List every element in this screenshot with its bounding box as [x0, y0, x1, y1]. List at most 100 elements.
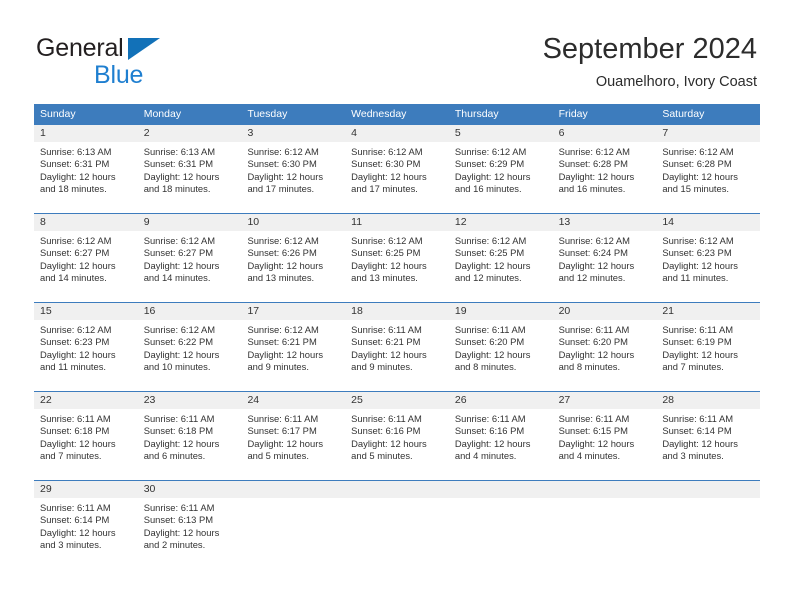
- daylight-text-line2: and 18 minutes.: [143, 183, 211, 195]
- day-number: 26: [448, 392, 553, 409]
- calendar-day-cell[interactable]: 8 Sunrise: 6:12 AM Sunset: 6:27 PM Daylight…: [34, 214, 138, 302]
- sunrise-text: Sunrise: 6:12 AM: [40, 235, 112, 246]
- calendar-day-cell[interactable]: 15 Sunrise: 6:12 AM Sunset: 6:23 PM Dayligh…: [34, 303, 138, 391]
- calendar-day-cell[interactable]: 11 Sunrise: 6:12 AM Sunset: 6:25 PM Dayligh…: [345, 214, 449, 302]
- day-number: 8: [34, 214, 138, 231]
- daylight-text-line2: and 5 minutes.: [247, 450, 309, 462]
- daylight-text-line1: Daylight: 12 hours: [247, 437, 324, 449]
- weekday-header-wednesday: Wednesday: [351, 108, 407, 120]
- day-number: 23: [137, 392, 242, 409]
- daylight-text-line2: and 10 minutes.: [143, 361, 211, 373]
- calendar-day-cell[interactable]: 7 Sunrise: 6:12 AM Sunset: 6:28 PM Daylight…: [656, 125, 761, 213]
- sunset-text: Sunset: 6:20 PM: [558, 336, 628, 348]
- day-number: 20: [552, 303, 657, 320]
- calendar-day-cell[interactable]: 18 Sunrise: 6:11 AM Sunset: 6:21 PM Dayligh…: [345, 303, 449, 391]
- daylight-text-line1: Daylight: 12 hours: [247, 348, 324, 360]
- calendar-day-cell[interactable]: 22 Sunrise: 6:11 AM Sunset: 6:18 PM Dayligh…: [34, 392, 138, 480]
- calendar-day-cell[interactable]: 3 Sunrise: 6:12 AM Sunset: 6:30 PM Daylight…: [241, 125, 346, 213]
- calendar-day-cell[interactable]: 10 Sunrise: 6:12 AM Sunset: 6:26 PM Dayligh…: [241, 214, 346, 302]
- sunset-text: Sunset: 6:28 PM: [662, 158, 732, 170]
- daylight-text-line1: Daylight: 12 hours: [558, 259, 635, 271]
- daylight-text-line2: and 16 minutes.: [454, 183, 522, 195]
- calendar-day-cell[interactable]: 6 Sunrise: 6:12 AM Sunset: 6:28 PM Daylight…: [552, 125, 657, 213]
- day-details: Sunrise: 6:11 AM Sunset: 6:14 PM Daylight:…: [656, 409, 760, 463]
- sunrise-text: Sunrise: 6:11 AM: [143, 413, 215, 424]
- sunrise-text: Sunrise: 6:12 AM: [247, 146, 319, 157]
- day-number: 6: [552, 125, 657, 142]
- calendar-day-cell[interactable]: 13 Sunrise: 6:12 AM Sunset: 6:24 PM Dayligh…: [552, 214, 657, 302]
- sunrise-text: Sunrise: 6:12 AM: [662, 235, 734, 246]
- sunset-text: Sunset: 6:16 PM: [454, 425, 525, 437]
- calendar-week-row: 8 Sunrise: 6:12 AM Sunset: 6:27 PM Daylight…: [34, 213, 761, 302]
- daylight-text-line1: Daylight: 12 hours: [143, 437, 220, 449]
- calendar-day-cell[interactable]: 16 Sunrise: 6:12 AM Sunset: 6:22 PM Dayligh…: [137, 303, 242, 391]
- calendar-day-cell[interactable]: 26 Sunrise: 6:11 AM Sunset: 6:16 PM Dayligh…: [448, 392, 553, 480]
- day-number: 11: [345, 214, 449, 231]
- daylight-text-line2: and 4 minutes.: [558, 450, 621, 462]
- logo-word-general: General: [36, 34, 124, 62]
- calendar-day-cell[interactable]: 4 Sunrise: 6:12 AM Sunset: 6:30 PM Daylight…: [345, 125, 449, 213]
- day-details: Sunrise: 6:11 AM Sunset: 6:20 PM Daylight:…: [449, 320, 553, 374]
- day-number: 5: [448, 125, 553, 142]
- sunrise-text: Sunrise: 6:12 AM: [558, 235, 630, 246]
- day-number: 4: [345, 125, 449, 142]
- daylight-text-line2: and 15 minutes.: [662, 183, 730, 195]
- calendar-day-cell[interactable]: 19 Sunrise: 6:11 AM Sunset: 6:20 PM Dayligh…: [448, 303, 553, 391]
- calendar-day-cell[interactable]: 25 Sunrise: 6:11 AM Sunset: 6:16 PM Dayligh…: [345, 392, 449, 480]
- sunrise-text: Sunrise: 6:11 AM: [143, 502, 215, 513]
- calendar-week-inner: 1 Sunrise: 6:13 AM Sunset: 6:31 PM Daylight…: [34, 125, 761, 213]
- weekday-header-friday: Friday: [558, 108, 588, 120]
- sunset-text: Sunset: 6:21 PM: [351, 336, 421, 348]
- sunset-text: Sunset: 6:15 PM: [558, 425, 628, 437]
- calendar-day-cell[interactable]: 9 Sunrise: 6:12 AM Sunset: 6:27 PM Daylight…: [137, 214, 242, 302]
- sunset-text: Sunset: 6:25 PM: [351, 247, 421, 259]
- calendar-weeks: 1 Sunrise: 6:13 AM Sunset: 6:31 PM Daylight…: [34, 124, 761, 569]
- day-number: 27: [552, 392, 657, 409]
- calendar-day-cell[interactable]: 20 Sunrise: 6:11 AM Sunset: 6:20 PM Dayligh…: [552, 303, 657, 391]
- daylight-text-line1: Daylight: 12 hours: [662, 170, 738, 182]
- calendar-day-cell[interactable]: 27 Sunrise: 6:11 AM Sunset: 6:15 PM Dayligh…: [552, 392, 657, 480]
- calendar-day-cell[interactable]: 21 Sunrise: 6:11 AM Sunset: 6:19 PM Dayligh…: [656, 303, 761, 391]
- sunset-text: Sunset: 6:30 PM: [247, 158, 317, 170]
- sunset-text: Sunset: 6:14 PM: [40, 514, 110, 526]
- daylight-text-line2: and 12 minutes.: [454, 272, 522, 284]
- sunset-text: Sunset: 6:18 PM: [40, 425, 110, 437]
- calendar-week-row: 29 Sunrise: 6:11 AM Sunset: 6:14 PM Dayligh…: [34, 480, 761, 569]
- calendar-day-cell[interactable]: 5 Sunrise: 6:12 AM Sunset: 6:29 PM Daylight…: [448, 125, 553, 213]
- sunrise-text: Sunrise: 6:11 AM: [662, 324, 734, 335]
- day-details: Sunrise: 6:11 AM Sunset: 6:13 PM Daylight:…: [138, 498, 242, 552]
- day-number: 7: [656, 125, 761, 142]
- daylight-text-line1: Daylight: 12 hours: [662, 348, 738, 360]
- calendar-week-row: 1 Sunrise: 6:13 AM Sunset: 6:31 PM Daylight…: [34, 124, 761, 213]
- day-details: Sunrise: 6:11 AM Sunset: 6:16 PM Daylight:…: [345, 409, 449, 463]
- generalblue-logo[interactable]: General Blue: [36, 36, 256, 92]
- calendar-day-cell[interactable]: 12 Sunrise: 6:12 AM Sunset: 6:25 PM Dayligh…: [448, 214, 553, 302]
- sunset-text: Sunset: 6:13 PM: [143, 514, 214, 526]
- sunset-text: Sunset: 6:28 PM: [558, 158, 628, 170]
- calendar-day-cell[interactable]: 2 Sunrise: 6:13 AM Sunset: 6:31 PM Daylight…: [137, 125, 242, 213]
- calendar-day-cell-empty: [241, 481, 346, 569]
- calendar-day-cell[interactable]: 24 Sunrise: 6:11 AM Sunset: 6:17 PM Dayligh…: [241, 392, 346, 480]
- calendar-day-cell[interactable]: 30 Sunrise: 6:11 AM Sunset: 6:13 PM Dayligh…: [137, 481, 242, 569]
- page-header: General Blue September 2024 Ouamelhoro, …: [0, 0, 792, 104]
- day-number: [345, 481, 449, 498]
- sunrise-text: Sunrise: 6:12 AM: [247, 324, 319, 335]
- sunset-text: Sunset: 6:19 PM: [662, 336, 732, 348]
- weekday-header-tuesday: Tuesday: [247, 108, 288, 120]
- calendar-day-cell[interactable]: 17 Sunrise: 6:12 AM Sunset: 6:21 PM Dayligh…: [241, 303, 346, 391]
- day-details: Sunrise: 6:12 AM Sunset: 6:25 PM Daylight:…: [345, 231, 449, 285]
- calendar-week-row: 22 Sunrise: 6:11 AM Sunset: 6:18 PM Dayligh…: [34, 391, 761, 480]
- calendar-day-cell[interactable]: 1 Sunrise: 6:13 AM Sunset: 6:31 PM Daylight…: [34, 125, 138, 213]
- day-number: 9: [137, 214, 242, 231]
- daylight-text-line1: Daylight: 12 hours: [454, 170, 531, 182]
- calendar-day-cell[interactable]: 23 Sunrise: 6:11 AM Sunset: 6:18 PM Dayligh…: [137, 392, 242, 480]
- weekday-header-thursday: Thursday: [454, 108, 499, 120]
- sunset-text: Sunset: 6:17 PM: [247, 425, 317, 437]
- calendar-day-cell[interactable]: 28 Sunrise: 6:11 AM Sunset: 6:14 PM Dayligh…: [656, 392, 761, 480]
- daylight-text-line2: and 17 minutes.: [351, 183, 418, 195]
- daylight-text-line2: and 13 minutes.: [351, 272, 418, 284]
- daylight-text-line2: and 7 minutes.: [662, 361, 724, 373]
- calendar-day-cell[interactable]: 14 Sunrise: 6:12 AM Sunset: 6:23 PM Dayligh…: [656, 214, 761, 302]
- calendar-day-cell[interactable]: 29 Sunrise: 6:11 AM Sunset: 6:14 PM Dayligh…: [34, 481, 138, 569]
- page-title: September 2024: [542, 33, 757, 65]
